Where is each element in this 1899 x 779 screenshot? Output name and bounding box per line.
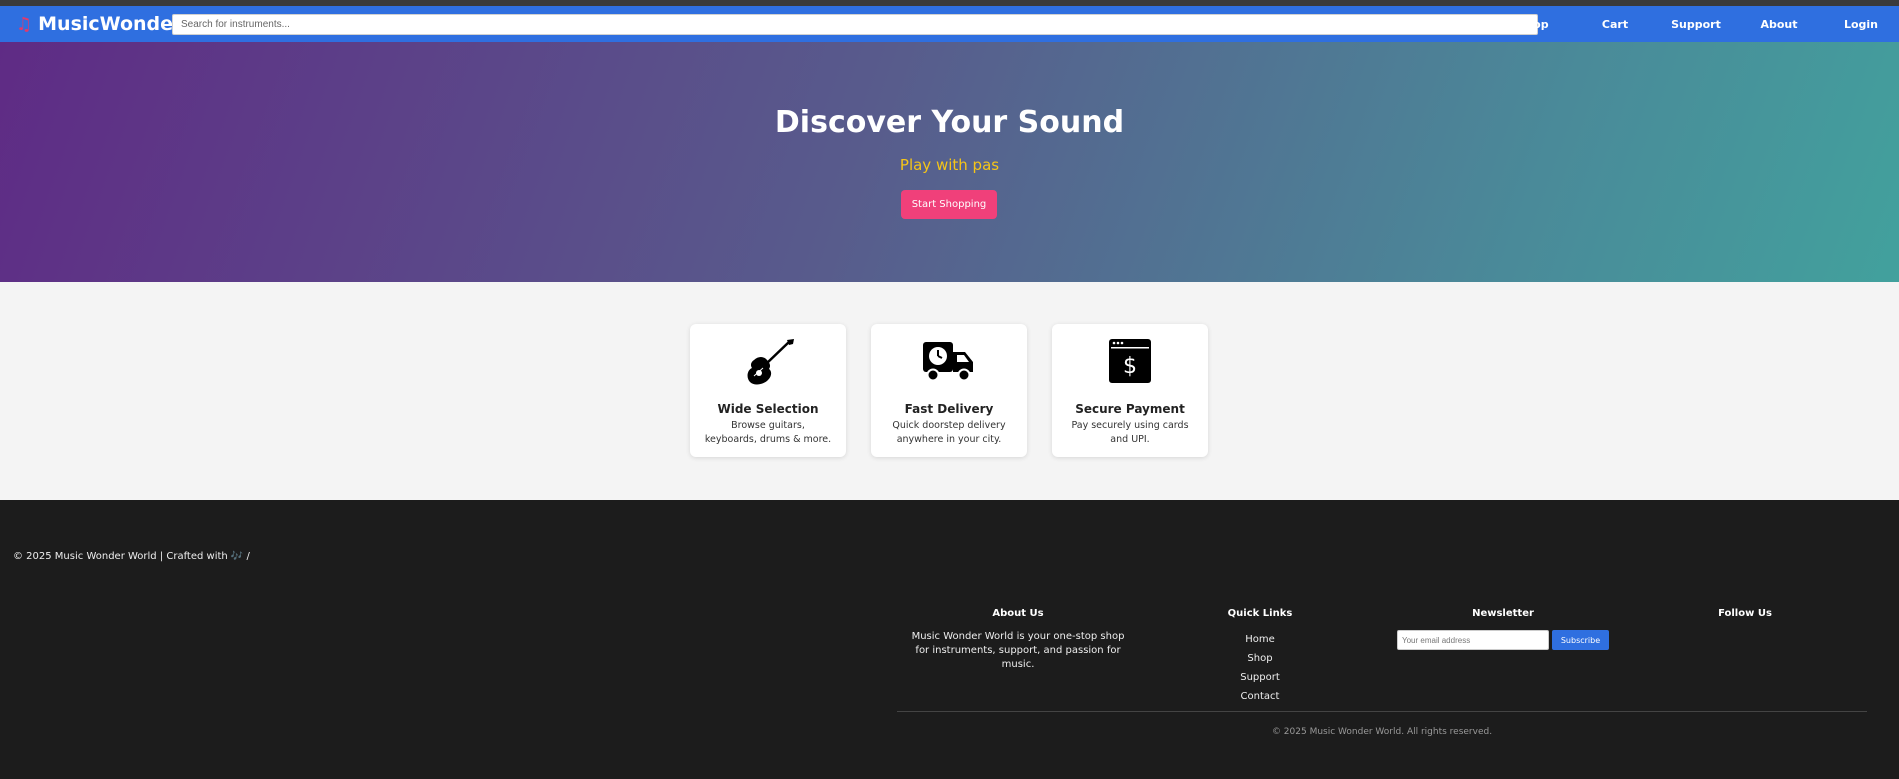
footer: © 2025 Music Wonder World | Crafted with… xyxy=(0,525,1899,779)
feature-title: Fast Delivery xyxy=(904,402,994,416)
music-notes-icon: ♫ xyxy=(16,13,33,35)
features-section: Wide Selection Browse guitars, keyboards… xyxy=(0,282,1899,500)
feature-title: Wide Selection xyxy=(717,402,819,416)
delivery-truck-icon xyxy=(871,338,1027,382)
brand-name: MusicWonder xyxy=(38,13,183,35)
nav-links: Home Shop Cart Support About Login xyxy=(1411,6,1899,42)
quick-links-list: Home Shop Support Contact xyxy=(1220,630,1300,706)
footer-link-shop[interactable]: Shop xyxy=(1220,649,1300,668)
footer-link-home[interactable]: Home xyxy=(1220,630,1300,649)
feature-title: Secure Payment xyxy=(1075,402,1185,416)
start-shopping-button[interactable]: Start Shopping xyxy=(901,190,997,219)
subscribe-button[interactable]: Subscribe xyxy=(1552,630,1609,650)
newsletter-email-input[interactable] xyxy=(1397,630,1549,650)
newsletter-heading: Newsletter xyxy=(1472,608,1534,619)
feature-card-delivery: Fast Delivery Quick doorstep delivery an… xyxy=(871,324,1027,457)
footer-link-support[interactable]: Support xyxy=(1220,668,1300,687)
footer-credit: © 2025 Music Wonder World | Crafted with… xyxy=(13,551,250,562)
feature-card-payment: $ Secure Payment Pay securely using card… xyxy=(1052,324,1208,457)
search-input[interactable] xyxy=(172,14,1538,35)
svg-text:$: $ xyxy=(1123,354,1137,379)
hero-title: Discover Your Sound xyxy=(774,105,1125,140)
nav-about[interactable]: About xyxy=(1757,18,1801,31)
footer-divider xyxy=(897,711,1867,712)
feature-desc: Browse guitars, keyboards, drums & more. xyxy=(704,420,832,445)
hero-section: Discover Your Sound Play with pas Start … xyxy=(0,42,1899,282)
feature-desc: Pay securely using cards and UPI. xyxy=(1071,420,1189,445)
about-heading: About Us xyxy=(992,608,1044,619)
nav-cart[interactable]: Cart xyxy=(1595,18,1635,31)
brand-logo[interactable]: ♫ MusicWonder xyxy=(16,11,182,37)
feature-card-selection: Wide Selection Browse guitars, keyboards… xyxy=(690,324,846,457)
footer-link-contact[interactable]: Contact xyxy=(1220,687,1300,706)
quick-links-heading: Quick Links xyxy=(1227,608,1293,619)
nav-support[interactable]: Support xyxy=(1669,18,1723,31)
nav-login[interactable]: Login xyxy=(1839,18,1883,31)
about-text: Music Wonder World is your one-stop shop… xyxy=(911,631,1125,670)
copyright: © 2025 Music Wonder World. All rights re… xyxy=(1271,727,1493,737)
guitar-icon xyxy=(690,338,846,385)
navbar: ♫ MusicWonder Home Shop Cart Support Abo… xyxy=(0,6,1899,42)
payment-dollar-icon: $ xyxy=(1052,338,1208,383)
follow-us-heading: Follow Us xyxy=(1718,608,1772,619)
nav-shop[interactable]: Shop xyxy=(1509,18,1557,31)
nav-home[interactable]: Home xyxy=(1411,18,1470,31)
hero-subtitle: Play with pas xyxy=(899,156,1000,174)
feature-desc: Quick doorstep delivery anywhere in your… xyxy=(892,420,1006,445)
